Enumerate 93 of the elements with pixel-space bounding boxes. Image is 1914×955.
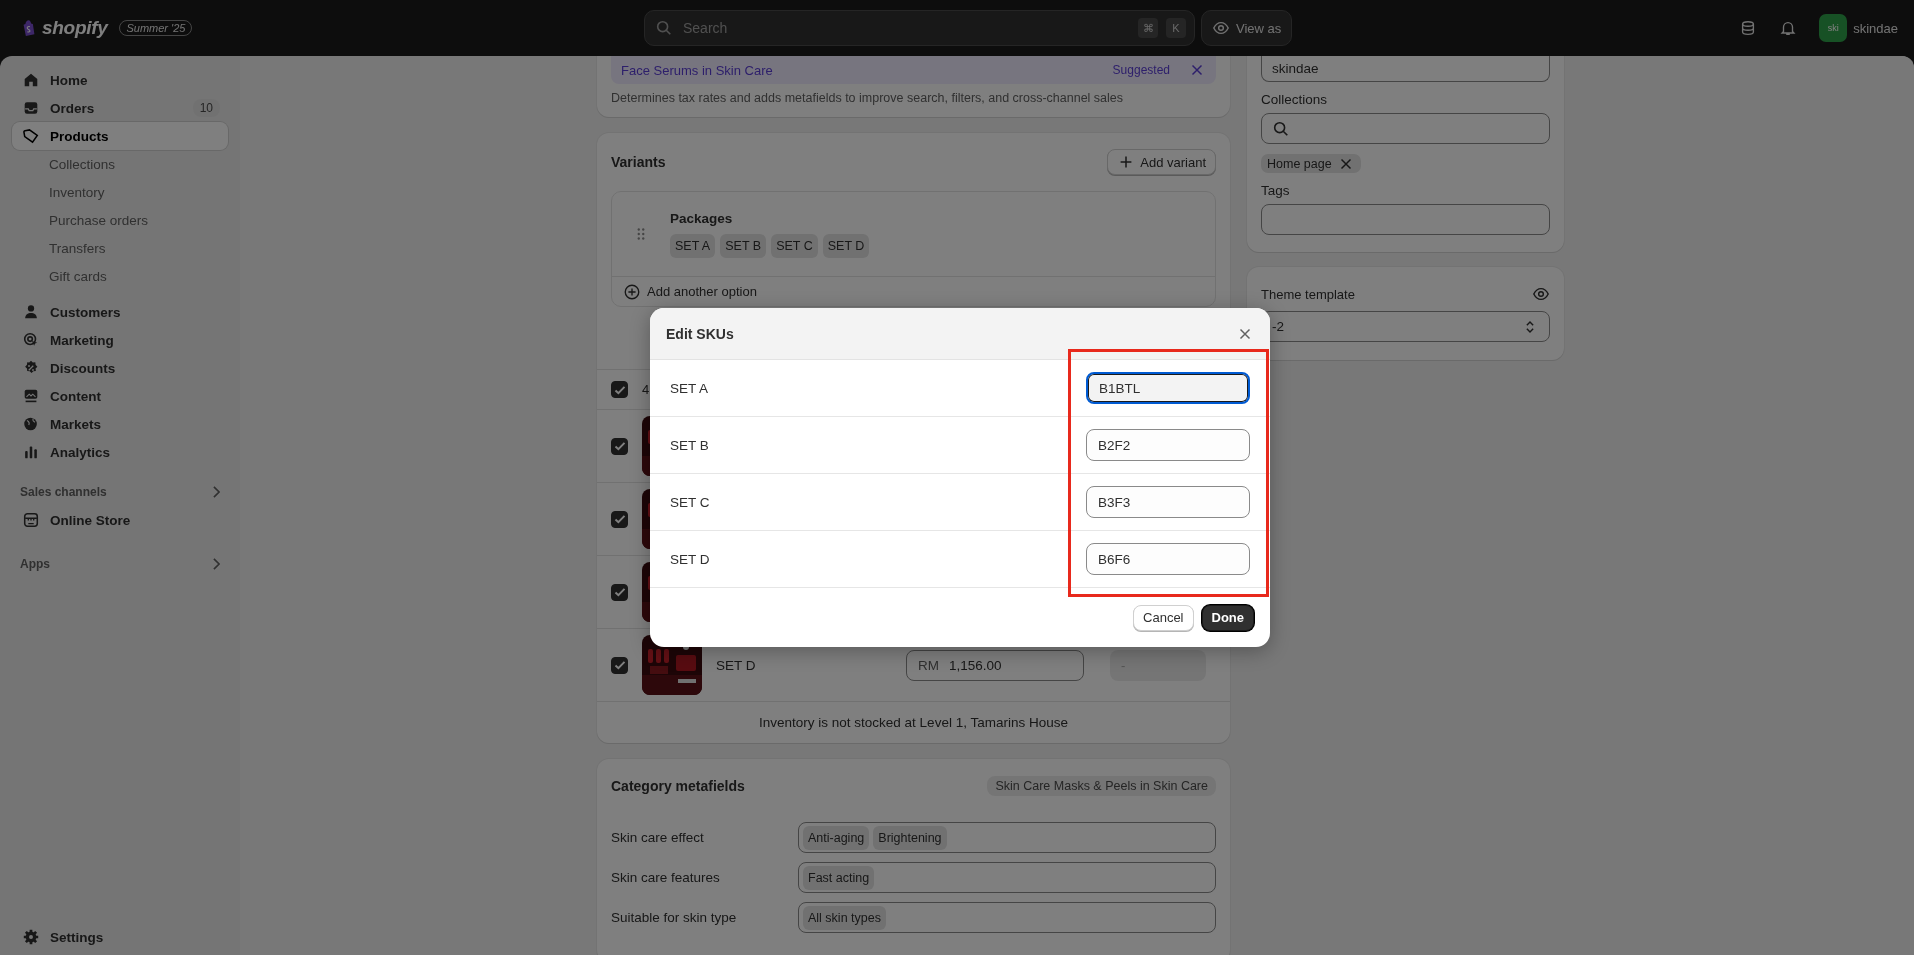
checkbox[interactable] <box>611 510 628 528</box>
value-tag: All skin types <box>803 905 886 930</box>
option-value-tag: SET B <box>720 233 767 258</box>
inbox-icon <box>22 99 40 117</box>
gear-icon <box>22 928 40 946</box>
section-heading: Apps <box>20 557 50 571</box>
option-value-tag: SET A <box>670 233 716 258</box>
category-tag: Skin Care Masks & Peels in Skin Care <box>987 776 1216 796</box>
count-badge: 10 <box>192 99 220 117</box>
shortcut-key: ⌘ <box>1138 18 1158 38</box>
tag-field[interactable]: All skin types <box>798 902 1216 933</box>
nav-item[interactable]: Online Store <box>12 506 228 534</box>
collections-search-field[interactable] <box>1261 113 1550 144</box>
variant-name: SET A <box>670 380 709 396</box>
value-tag: Anti-aging <box>803 825 870 850</box>
suggested-label: Suggested <box>1112 63 1170 77</box>
card-title: Category metafields <box>611 778 745 794</box>
tag-icon <box>22 127 40 145</box>
search-bar[interactable]: Search ⌘ K <box>644 10 1195 46</box>
nav-item[interactable]: Discounts <box>12 354 228 382</box>
add-option-link[interactable]: Add another option <box>612 276 1215 306</box>
view-as-button[interactable]: View as <box>1201 10 1293 46</box>
tag-field[interactable]: Fast acting <box>798 862 1216 893</box>
add-variant-button[interactable]: Add variant <box>1107 149 1216 175</box>
field-label: Skin care features <box>611 870 721 885</box>
nav-item[interactable]: Customers <box>12 298 228 326</box>
helper-text: Determines tax rates and adds metafields to improve search, filters, and cross-channel sales <box>611 90 1125 106</box>
checkbox[interactable] <box>611 437 628 455</box>
checkbox[interactable] <box>611 583 628 601</box>
home-icon <box>22 71 40 89</box>
field-label: Theme template <box>1261 286 1355 302</box>
done-button[interactable]: Done <box>1201 604 1254 631</box>
nav-item[interactable]: Gift cards <box>12 262 228 290</box>
option-value-tag: SET D <box>822 233 870 258</box>
chevron-right-icon <box>213 486 220 498</box>
option-name: Packages <box>670 210 734 226</box>
nav-item[interactable]: Content <box>12 382 228 410</box>
image-icon <box>22 387 40 405</box>
store-name[interactable]: skindae <box>1853 20 1898 36</box>
cancel-button[interactable]: Cancel <box>1133 604 1194 631</box>
eye-icon <box>1532 285 1550 303</box>
field-label: Skin care effect <box>611 830 705 845</box>
card-title: Variants <box>611 154 666 170</box>
checkbox[interactable] <box>611 381 628 398</box>
nav-item[interactable]: Markets <box>12 410 228 438</box>
field-label: Collections <box>1261 92 1329 107</box>
nav-item[interactable]: Marketing <box>12 326 228 354</box>
bell-icon <box>1779 19 1798 37</box>
suggested-category[interactable]: Face Serums in Skin Care <box>621 62 773 78</box>
nav-item[interactable]: Orders 10 <box>12 94 228 122</box>
search-icon <box>655 19 673 37</box>
nav-item[interactable]: Transfers <box>12 234 228 262</box>
tags-field[interactable] <box>1261 204 1550 235</box>
inventory-note: Inventory is not stocked at Level 1, Tamarins House <box>759 715 1068 730</box>
shortcut-key: K <box>1166 18 1186 38</box>
search-field[interactable]: Search <box>681 19 1130 37</box>
section-heading: Sales channels <box>20 485 107 499</box>
globe-icon <box>22 415 40 433</box>
nav-item[interactable]: Analytics <box>12 438 228 466</box>
search-icon <box>1272 119 1290 138</box>
variant-name: SET D <box>670 551 710 567</box>
value-tag: Fast acting <box>803 865 875 890</box>
variant-name: SET B <box>670 437 709 453</box>
selected-count: 4 <box>642 382 650 397</box>
nav-item[interactable]: Inventory <box>12 178 228 206</box>
variant-name: SET D <box>716 657 757 673</box>
storefront-icon <box>22 511 40 529</box>
option-value-tag: SET C <box>771 233 818 258</box>
vendor-field[interactable]: skindae <box>1261 56 1550 82</box>
sku-field[interactable]: B3F3 <box>1086 486 1250 518</box>
variant-name: SET C <box>670 494 710 510</box>
plus-circle-icon <box>623 282 641 301</box>
checkbox[interactable] <box>611 656 628 674</box>
person-icon <box>22 303 40 321</box>
store-avatar[interactable]: ski <box>1819 14 1848 42</box>
sku-field[interactable]: B6F6 <box>1086 543 1250 575</box>
field-label: Suitable for skin type <box>611 910 738 925</box>
nav-item[interactable]: Settings <box>12 923 228 951</box>
eye-icon <box>1212 19 1230 37</box>
nav-item[interactable]: Purchase orders <box>12 206 228 234</box>
nav-item[interactable]: Products <box>12 122 228 150</box>
tag-field[interactable]: Anti-aging Brightening <box>798 822 1216 853</box>
nav-item[interactable]: Home <box>12 66 228 94</box>
value-tag: Brightening <box>873 825 947 850</box>
nav-item[interactable]: Collections <box>12 150 228 178</box>
logo-wordmark: shopify <box>42 17 108 39</box>
collection-tag: Home page <box>1261 154 1361 173</box>
dialog-title: Edit SKUs <box>666 325 734 342</box>
price-field[interactable]: RM 1,156.00 <box>906 649 1084 681</box>
sku-field[interactable]: B2F2 <box>1086 429 1250 461</box>
sku-field[interactable]: B1BTL <box>1086 372 1250 404</box>
field-label: Tags <box>1261 183 1291 198</box>
chevron-right-icon <box>213 558 220 570</box>
